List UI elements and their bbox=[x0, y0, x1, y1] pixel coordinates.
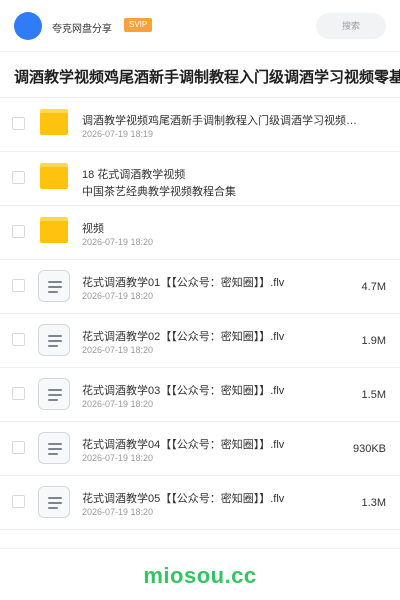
item-name[interactable]: 花式调酒教学05【【公众号：密知圈】】.flv bbox=[82, 490, 362, 506]
site-watermark: miosou.cc bbox=[143, 563, 257, 588]
item-checkbox[interactable] bbox=[12, 495, 25, 508]
brand-name: 夸克网盘分享 bbox=[52, 24, 112, 35]
item-size: 4.7M bbox=[361, 281, 386, 293]
footer: miosou.cc bbox=[0, 548, 400, 600]
list-item[interactable]: 花式调酒教学01【【公众号：密知圈】】.flv 2026-07-19 18:20… bbox=[0, 260, 400, 314]
title-bar: 调酒教学视频鸡尾酒新手调制教程入门级调酒学习视频零基础 bbox=[0, 52, 400, 98]
item-size: 1.9M bbox=[361, 335, 386, 347]
document-icon bbox=[38, 324, 70, 356]
list-item[interactable]: 视频 2026-07-19 18:20 bbox=[0, 206, 400, 260]
item-date: 2026-07-19 18:20 bbox=[82, 237, 154, 247]
page-title: 调酒教学视频鸡尾酒新手调制教程入门级调酒学习视频零基础 bbox=[14, 69, 400, 86]
list-item[interactable]: 花式调酒教学04【【公众号：密知圈】】.flv 2026-07-19 18:20… bbox=[0, 422, 400, 476]
item-size: 930KB bbox=[352, 443, 386, 455]
svip-badge: SVIP bbox=[124, 18, 153, 32]
item-date: 2026-07-19 18:19 bbox=[82, 129, 154, 139]
item-subname: 中国茶艺经典教学视频教程合集 bbox=[82, 186, 236, 198]
avatar[interactable] bbox=[14, 12, 42, 40]
item-name[interactable]: 花式调酒教学04【【公众号：密知圈】】.flv bbox=[82, 436, 362, 452]
item-date: 2026-07-19 18:20 bbox=[82, 399, 154, 409]
item-date: 2026-07-19 18:20 bbox=[82, 507, 154, 517]
item-name[interactable]: 花式调酒教学02【【公众号：密知圈】】.flv bbox=[82, 328, 362, 344]
item-name[interactable]: 视频 bbox=[82, 220, 362, 236]
item-size: 1.5M bbox=[361, 389, 386, 401]
item-date: 2026-07-19 18:20 bbox=[82, 345, 154, 355]
search-button[interactable]: 搜索 bbox=[316, 13, 386, 39]
document-icon bbox=[38, 270, 70, 302]
folder-icon bbox=[40, 163, 68, 189]
item-checkbox[interactable] bbox=[12, 333, 25, 346]
folder-icon bbox=[40, 217, 68, 243]
item-size: 1.3M bbox=[361, 497, 386, 509]
list-item[interactable]: 18 花式调酒教学视频 中国茶艺经典教学视频教程合集 bbox=[0, 152, 400, 206]
document-icon bbox=[38, 432, 70, 464]
item-checkbox[interactable] bbox=[12, 171, 25, 184]
item-date: 2026-07-19 18:20 bbox=[82, 453, 154, 463]
list-item[interactable]: 花式调酒教学03【【公众号：密知圈】】.flv 2026-07-19 18:20… bbox=[0, 368, 400, 422]
folder-icon bbox=[40, 109, 68, 135]
item-checkbox[interactable] bbox=[12, 279, 25, 292]
item-checkbox[interactable] bbox=[12, 117, 25, 130]
item-name[interactable]: 18 花式调酒教学视频 bbox=[82, 166, 362, 182]
item-checkbox[interactable] bbox=[12, 441, 25, 454]
list-item[interactable]: 花式调酒教学05【【公众号：密知圈】】.flv 2026-07-19 18:20… bbox=[0, 476, 400, 530]
file-list: 调酒教学视频鸡尾酒新手调制教程入门级调酒学习视频零基础 2026-07-19 1… bbox=[0, 98, 400, 530]
item-name[interactable]: 花式调酒教学01【【公众号：密知圈】】.flv bbox=[82, 274, 362, 290]
list-item[interactable]: 调酒教学视频鸡尾酒新手调制教程入门级调酒学习视频零基础 2026-07-19 1… bbox=[0, 98, 400, 152]
document-icon bbox=[38, 486, 70, 518]
app-header: 夸克网盘分享 SVIP 搜索 bbox=[0, 0, 400, 52]
item-date: 2026-07-19 18:20 bbox=[82, 291, 154, 301]
document-icon bbox=[38, 378, 70, 410]
list-item[interactable]: 花式调酒教学02【【公众号：密知圈】】.flv 2026-07-19 18:20… bbox=[0, 314, 400, 368]
item-name[interactable]: 调酒教学视频鸡尾酒新手调制教程入门级调酒学习视频零基础 bbox=[82, 112, 362, 128]
item-checkbox[interactable] bbox=[12, 225, 25, 238]
item-checkbox[interactable] bbox=[12, 387, 25, 400]
item-name[interactable]: 花式调酒教学03【【公众号：密知圈】】.flv bbox=[82, 382, 362, 398]
